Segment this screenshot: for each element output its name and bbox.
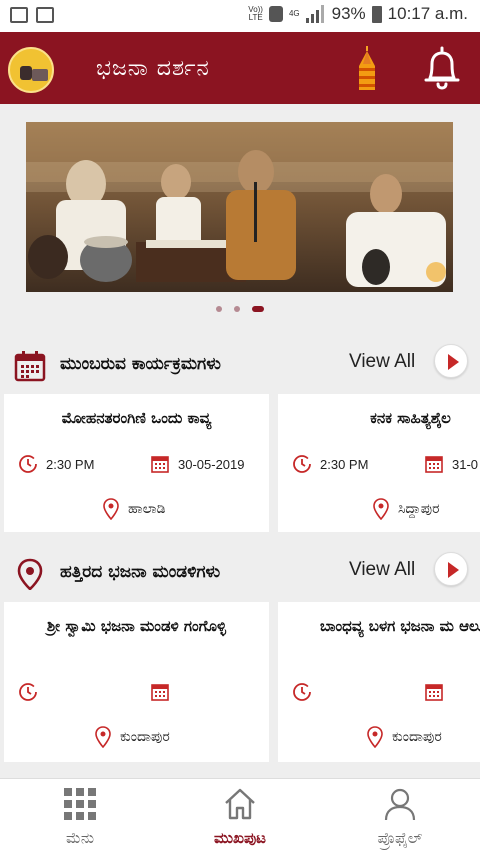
section-title: ಮುಂಬರುವ ಕಾರ್ಯಕ್ರಮಗಳು [60, 354, 221, 374]
event-time-row: 2:30 PM [292, 454, 368, 474]
event-date: 31-0 [452, 456, 479, 472]
event-time: 2:30 PM [46, 456, 95, 472]
event-card[interactable]: ಮೋಹನತರಂಗಿಣಿ ಒಂದು ಕಾವ್ಯ 2:30 PM 30-05-201… [4, 394, 269, 532]
clock-icon [293, 683, 311, 701]
carousel-indicator[interactable] [0, 306, 480, 312]
location-pin-icon [373, 498, 389, 520]
volte-indicator: Vo)) LTE [248, 5, 263, 22]
network-type: 4G [288, 9, 300, 18]
clock-icon [293, 455, 311, 473]
calendar-icon [151, 456, 169, 473]
profile-icon [384, 788, 416, 821]
signal-icon [305, 5, 326, 23]
upcoming-events-header: ಮುಂಬರುವ ಕಾರ್ಯಕ್ರಮಗಳು View All [0, 338, 480, 394]
group-date-row [424, 682, 444, 702]
bell-icon[interactable] [420, 44, 464, 92]
nearby-groups-header: ಹತ್ತಿರದ ಭಜನಾ ಮಂಡಳಿಗಳು View All [0, 546, 480, 602]
location-pin-icon [17, 558, 43, 590]
group-card[interactable]: ಶ್ರೀ ಸ್ವಾಮಿ ಭಜನಾ ಮಂಡಳಿ ಗಂಗೊಳ್ಳಿ ಕುಂದಾಪುರ [4, 602, 269, 762]
group-location-row: ಕುಂದಾಪುರ [366, 726, 442, 748]
event-time: 2:30 PM [320, 456, 369, 472]
section-title: ಹತ್ತಿರದ ಭಜನಾ ಮಂಡಳಿಗಳು [60, 562, 221, 582]
location-pin-icon [103, 498, 119, 520]
carousel-dot-active[interactable] [252, 306, 264, 312]
group-place: ಕುಂದಾಪುರ [392, 729, 442, 745]
carousel-dot[interactable] [216, 306, 222, 312]
bhajan-logo-icon[interactable] [8, 47, 54, 93]
clock-icon [19, 455, 37, 473]
tabla-icon [20, 66, 32, 80]
battery-icon [371, 5, 382, 23]
nav-label: ಪ್ರೊಫೈಲ್ [377, 829, 423, 847]
group-time-row [292, 682, 312, 702]
group-place: ಕುಂದಾಪುರ [120, 729, 170, 745]
nav-label: ಮೆನು [66, 829, 94, 847]
nav-item-home[interactable]: ಮುಖಪುಟ [180, 787, 300, 847]
banner-image [26, 122, 453, 292]
location-pin-icon [95, 726, 111, 748]
event-date: 30-05-2019 [178, 456, 245, 472]
group-card[interactable]: ಬಾಂಧವ್ಯ ಬಳಗ ಭಜನಾ ಮ ಆಲೂರು ಕುಂದಾಪುರ [278, 602, 480, 762]
event-place: ಸಿದ್ದಾಪುರ [398, 501, 440, 517]
app-bar: ಭಜನಾ ದರ್ಶನ [0, 32, 480, 104]
event-location-row: ಸಿದ್ದಾಪುರ [372, 498, 440, 520]
grid-icon [64, 788, 96, 820]
banner-carousel[interactable] [26, 122, 453, 292]
bottom-navigation: ಮೆನು ಮುಖಪುಟ ಪ್ರೊಫೈಲ್ [0, 778, 480, 853]
clock-icon [19, 683, 37, 701]
nav-item-profile[interactable]: ಪ್ರೊಫೈಲ್ [340, 787, 460, 847]
battery-percent: 93% [331, 4, 366, 23]
location-pin-icon [367, 726, 383, 748]
home-icon [225, 788, 255, 820]
nav-label: ಮುಖಪುಟ [214, 829, 266, 847]
group-location-row: ಕುಂದಾಪುರ [94, 726, 170, 748]
group-date-row [150, 682, 170, 702]
calendar-icon [14, 351, 46, 382]
gallery-icon [10, 7, 28, 23]
event-date-row: 31-0 [424, 454, 478, 474]
event-date-row: 30-05-2019 [150, 454, 245, 474]
harmonium-icon [32, 69, 48, 81]
group-time-row [18, 682, 38, 702]
calendar-icon [425, 456, 443, 473]
arrow-right-icon[interactable] [434, 344, 468, 378]
system-status: Vo)) LTE 4G 93% 10:17 a.m. [248, 4, 468, 24]
event-place: ಹಾಲಾಡಿ [128, 501, 166, 517]
clock: 10:17 a.m. [387, 4, 468, 23]
group-title: ಶ್ರೀ ಸ್ವಾಮಿ ಭಜನಾ ಮಂಡಳಿ ಗಂಗೊಳ್ಳಿ [46, 617, 227, 635]
view-all-link[interactable]: View All [349, 559, 415, 581]
arrow-right-icon[interactable] [434, 552, 468, 586]
group-title: ಬಾಂಧವ್ಯ ಬಳಗ ಭಜನಾ ಮ ಆಲೂರು [320, 617, 480, 635]
event-title: ಮೋಹನತರಂಗಿಣಿ ಒಂದು ಕಾವ್ಯ [61, 409, 212, 427]
news-icon [36, 7, 54, 23]
calendar-icon [425, 684, 443, 701]
carousel-dot[interactable] [234, 306, 240, 312]
notification-icons [10, 7, 54, 23]
calendar-icon [151, 684, 169, 701]
nav-item-menu[interactable]: ಮೆನು [20, 787, 140, 847]
app-title: ಭಜನಾ ದರ್ಶನ [96, 56, 210, 81]
view-all-link[interactable]: View All [349, 351, 415, 373]
event-location-row: ಹಾಲಾಡಿ [102, 498, 165, 520]
event-title: ಕನಕ ಸಾಹಿತ್ಯಶೈಲ [370, 409, 451, 427]
event-card[interactable]: ಕನಕ ಸಾಹಿತ್ಯಶೈಲ 2:30 PM 31-0 ಸಿದ್ದಾಪುರ [278, 394, 480, 532]
phone-icon [268, 6, 283, 22]
status-bar: Vo)) LTE 4G 93% 10:17 a.m. [0, 0, 480, 32]
event-time-row: 2:30 PM [18, 454, 94, 474]
temple-icon[interactable] [355, 46, 379, 92]
